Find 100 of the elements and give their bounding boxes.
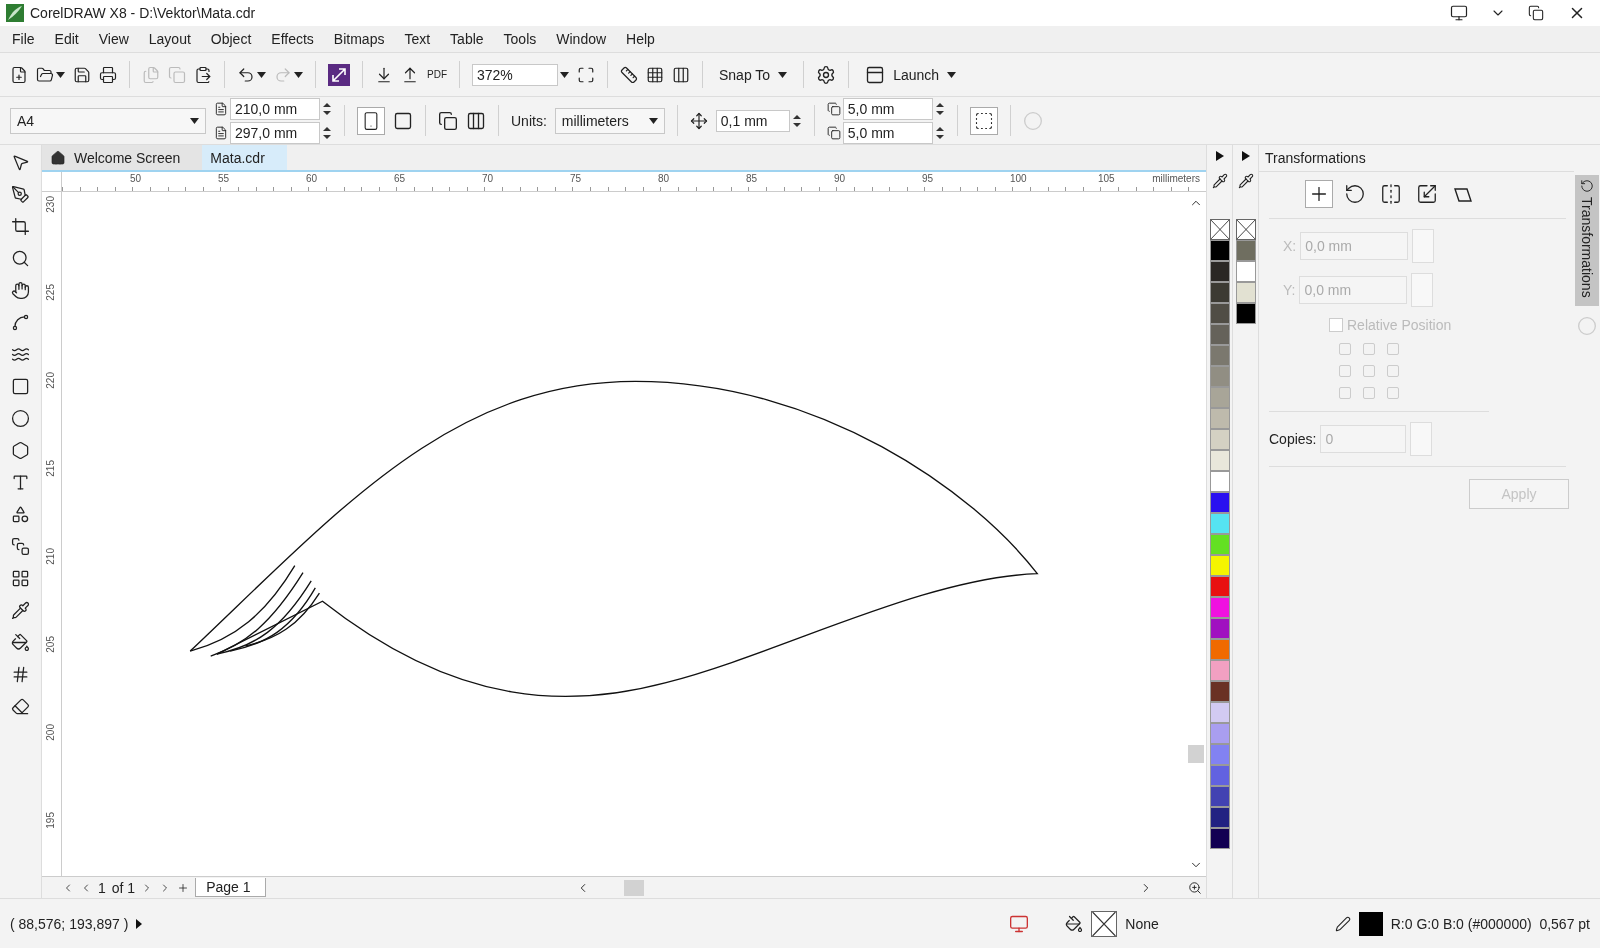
eyedropper-icon[interactable] xyxy=(1211,173,1228,189)
color-swatch[interactable] xyxy=(1209,387,1230,408)
polygon-icon[interactable] xyxy=(11,441,30,460)
color-swatch[interactable] xyxy=(1235,261,1256,282)
color-swatch[interactable] xyxy=(1209,639,1230,660)
color-swatch[interactable] xyxy=(1209,576,1230,597)
all-pages-icon[interactable] xyxy=(438,110,458,131)
color-swatch[interactable] xyxy=(1209,681,1230,702)
line-tool-icon[interactable] xyxy=(11,313,30,332)
color-swatch[interactable] xyxy=(1209,450,1230,471)
color-swatch[interactable] xyxy=(1209,345,1230,366)
color-swatch[interactable] xyxy=(1209,261,1230,282)
no-color-swatch[interactable] xyxy=(1209,219,1230,240)
anchor-checkbox[interactable] xyxy=(1363,365,1375,377)
full-page-icon[interactable] xyxy=(577,65,595,84)
anchor-checkbox[interactable] xyxy=(1387,343,1399,355)
snap-to-button[interactable]: Snap To xyxy=(715,64,792,85)
color-swatch[interactable] xyxy=(1209,282,1230,303)
menu-item[interactable]: Tools xyxy=(495,28,545,50)
restore-icon[interactable] xyxy=(1528,5,1544,21)
menu-item[interactable]: Table xyxy=(442,28,492,50)
menu-item[interactable]: Bitmaps xyxy=(325,28,393,50)
anchor-checkbox[interactable] xyxy=(1387,387,1399,399)
color-proof-icon[interactable] xyxy=(1009,913,1030,934)
scroll-thumb[interactable] xyxy=(1188,745,1204,763)
scroll-thumb[interactable] xyxy=(624,879,645,896)
caret-icon[interactable] xyxy=(190,117,199,124)
caret-icon[interactable] xyxy=(560,71,569,78)
print-icon[interactable] xyxy=(99,65,117,84)
palette-arrow-icon[interactable] xyxy=(1215,151,1224,161)
color-swatch[interactable] xyxy=(1209,534,1230,555)
color-swatch[interactable] xyxy=(1235,282,1256,303)
caret-icon[interactable] xyxy=(257,71,266,78)
menu-item[interactable]: Effects xyxy=(263,28,322,50)
duplicate-y-field[interactable]: 5,0 mm xyxy=(842,121,933,144)
duplicate-x-field[interactable]: 5,0 mm xyxy=(842,97,933,120)
color-swatch[interactable] xyxy=(1209,786,1230,807)
color-swatch[interactable] xyxy=(1209,429,1230,450)
menu-item[interactable]: Object xyxy=(202,28,260,50)
menu-item[interactable]: View xyxy=(90,28,137,50)
page-size-dropdown[interactable]: A4 xyxy=(10,107,206,134)
shape-tool-icon[interactable] xyxy=(11,185,30,204)
color-swatch[interactable] xyxy=(1209,303,1230,324)
ellipse-icon[interactable] xyxy=(11,409,30,428)
landscape-icon[interactable] xyxy=(393,110,413,131)
eyedropper-icon[interactable] xyxy=(1237,173,1254,189)
color-swatch[interactable] xyxy=(1209,324,1230,345)
export-icon[interactable] xyxy=(401,65,419,84)
color-swatch[interactable] xyxy=(1235,303,1256,324)
page-tab[interactable]: Page 1 xyxy=(195,878,266,897)
color-swatch[interactable] xyxy=(1209,660,1230,681)
anchor-checkbox[interactable] xyxy=(1339,387,1351,399)
palette-arrow-icon[interactable] xyxy=(1241,151,1250,161)
window-icon[interactable] xyxy=(865,64,886,85)
color-swatch[interactable] xyxy=(1209,807,1230,828)
zoom-icon[interactable] xyxy=(11,249,30,268)
color-swatch[interactable] xyxy=(1209,513,1230,534)
document-tab[interactable]: Mata.cdr xyxy=(202,145,287,170)
menu-item[interactable]: Layout xyxy=(140,28,199,50)
color-swatch[interactable] xyxy=(1209,471,1230,492)
folder-icon[interactable] xyxy=(36,65,54,84)
color-swatch[interactable] xyxy=(1209,240,1230,261)
eraser-icon[interactable] xyxy=(11,697,30,716)
position-mode-icon[interactable] xyxy=(1305,180,1333,208)
edit-frame-button[interactable] xyxy=(969,106,998,135)
nudge-field[interactable]: 0,1 mm xyxy=(715,109,790,132)
grid-icon[interactable] xyxy=(646,65,664,84)
anchor-checkbox[interactable] xyxy=(1339,365,1351,377)
menu-item[interactable]: File xyxy=(4,28,43,50)
paste-icon[interactable] xyxy=(194,65,212,84)
color-swatch[interactable] xyxy=(1209,744,1230,765)
color-swatch[interactable] xyxy=(1209,765,1230,786)
hand-icon[interactable] xyxy=(11,281,30,300)
color-swatch[interactable] xyxy=(1209,555,1230,576)
import-icon[interactable] xyxy=(375,65,393,84)
color-swatch[interactable] xyxy=(1209,828,1230,849)
settings-icon[interactable] xyxy=(816,64,837,85)
color-swatch[interactable] xyxy=(1209,597,1230,618)
expand-arrow-icon[interactable] xyxy=(136,918,143,929)
color-swatch[interactable] xyxy=(1209,618,1230,639)
new-file-icon[interactable] xyxy=(10,65,28,84)
anchor-checkbox[interactable] xyxy=(1363,343,1375,355)
caret-icon[interactable] xyxy=(648,117,658,124)
text-tool-icon[interactable] xyxy=(11,473,30,492)
rulers-icon[interactable] xyxy=(620,65,638,84)
color-swatch[interactable] xyxy=(1209,408,1230,429)
width-field[interactable]: 210,0 mm xyxy=(230,97,320,120)
portrait-button[interactable] xyxy=(357,106,385,135)
color-swatch[interactable] xyxy=(1209,492,1230,513)
caret-icon[interactable] xyxy=(56,71,65,78)
guidelines-icon[interactable] xyxy=(672,65,690,84)
zoom-corner-icon[interactable] xyxy=(1187,880,1202,895)
zoom-field[interactable]: 372% xyxy=(472,63,558,86)
color-swatch[interactable] xyxy=(1209,723,1230,744)
fill-bucket-icon[interactable] xyxy=(11,633,30,652)
color-swatch[interactable] xyxy=(1209,366,1230,387)
caret-icon[interactable] xyxy=(294,71,303,78)
shadow-icon[interactable] xyxy=(11,537,30,556)
units-dropdown[interactable]: millimeters xyxy=(554,107,665,134)
launch-app-icon[interactable] xyxy=(328,63,350,86)
